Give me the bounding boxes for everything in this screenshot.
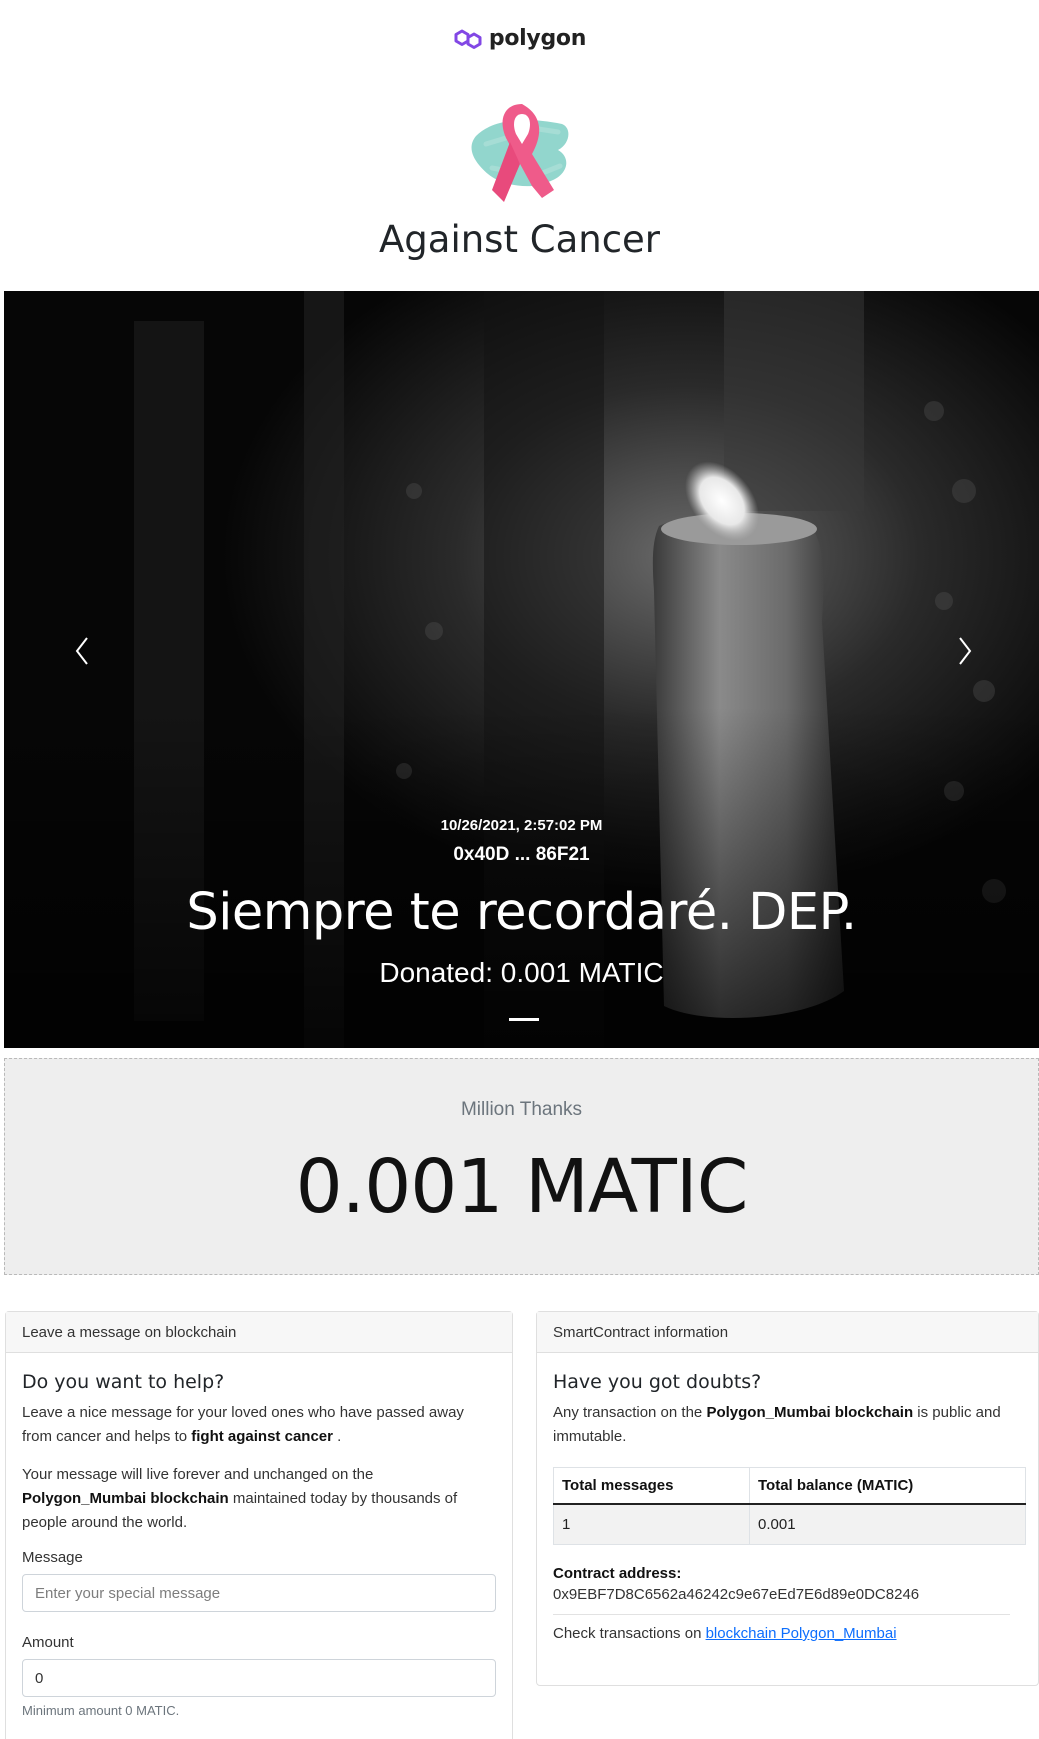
page-title: Against Cancer	[378, 218, 661, 261]
contract-card-header: SmartContract information	[537, 1312, 1038, 1353]
carousel-next-button[interactable]	[945, 621, 985, 681]
divider	[553, 1614, 1010, 1615]
message-card-header: Leave a message on blockchain	[6, 1312, 512, 1353]
contract-card-title: Have you got doubts?	[553, 1371, 762, 1393]
carousel-prev-button[interactable]	[62, 621, 102, 681]
contract-address-value: 0x9EBF7D8C6562a46242c9e67eEd7E6d89e0DC82…	[553, 1586, 920, 1603]
slide-donated: Donated: 0.001 MATIC	[379, 957, 664, 988]
table-header: Total messages	[553, 1467, 750, 1505]
table-header: Total balance (MATIC)	[749, 1467, 1026, 1505]
immutable-paragraph: Any transaction on the Polygon_Mumbai bl…	[553, 1404, 1001, 1445]
carousel-indicator[interactable]	[509, 1018, 539, 1021]
chevron-right-icon	[959, 637, 972, 665]
check-transactions: Check transactions on blockchain Polygon…	[553, 1625, 897, 1642]
stats-table: Total messages Total balance (MATIC) 1 0…	[553, 1467, 1026, 1545]
message-card: Leave a message on blockchain Do you wan…	[5, 1311, 513, 1739]
polygon-logo-icon	[454, 29, 482, 49]
thanks-amount: 0.001 MATIC	[295, 1144, 749, 1230]
help-paragraph: Leave a nice message for your loved ones…	[22, 1404, 464, 1445]
table-row: 1 0.001	[553, 1503, 1026, 1545]
contract-card: SmartContract information Have you got d…	[536, 1311, 1039, 1686]
message-label: Message	[22, 1549, 83, 1566]
message-input[interactable]	[22, 1574, 496, 1612]
amount-help: Minimum amount 0 MATIC.	[22, 1703, 180, 1718]
message-carousel: 10/26/2021, 2:57:02 PM 0x40D ... 86F21 S…	[4, 291, 1039, 1048]
blockchain-explorer-link[interactable]: blockchain Polygon_Mumbai	[706, 1625, 897, 1642]
brand[interactable]: polygon	[0, 26, 1039, 51]
table-cell: 1	[553, 1503, 750, 1545]
amount-label: Amount	[22, 1634, 74, 1651]
thanks-label: Million Thanks	[460, 1099, 583, 1120]
chevron-left-icon	[75, 637, 88, 665]
brand-name: polygon	[488, 26, 587, 51]
slide-date: 10/26/2021, 2:57:02 PM	[440, 817, 603, 834]
contract-address-label: Contract address:	[553, 1565, 682, 1582]
slide-address: 0x40D ... 86F21	[453, 844, 590, 865]
message-card-title: Do you want to help?	[22, 1371, 225, 1393]
amount-input[interactable]	[22, 1659, 496, 1697]
forever-paragraph: Your message will live forever and uncha…	[22, 1466, 458, 1531]
table-cell: 0.001	[749, 1503, 1026, 1545]
slide-message: Siempre te recordaré. DEP.	[186, 883, 857, 942]
thanks-panel: Million Thanks 0.001 MATIC	[4, 1058, 1039, 1275]
ribbon-icon	[471, 104, 569, 202]
